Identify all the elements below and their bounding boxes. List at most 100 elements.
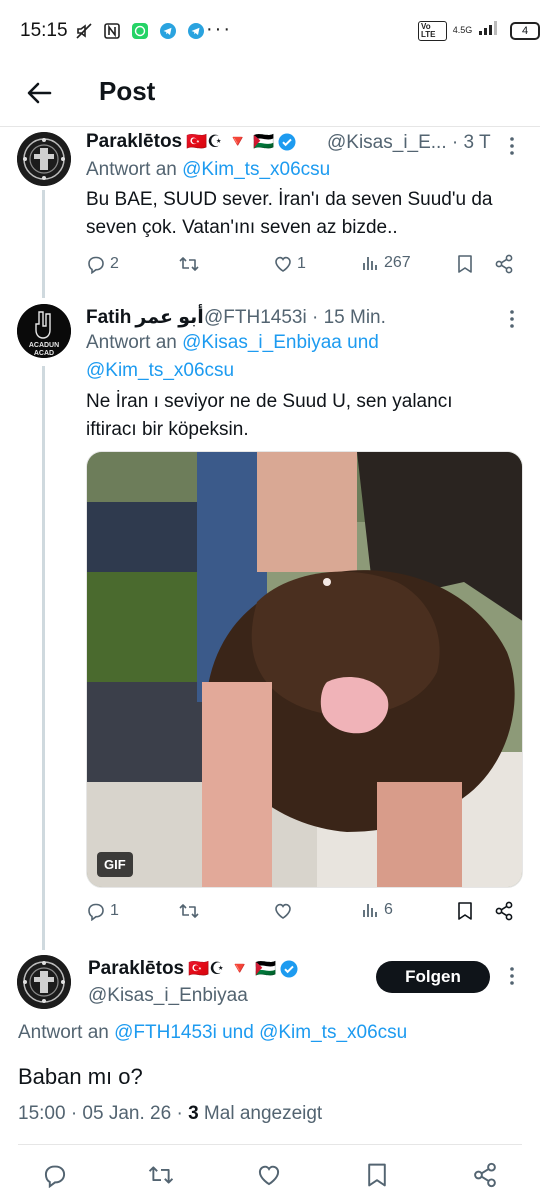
bookmark-button[interactable] — [456, 901, 474, 921]
name-flags: 🇹🇷☪ 🔻 🇵🇸 — [186, 132, 275, 151]
mention-link[interactable]: @Kim_ts_x06csu — [259, 1022, 407, 1043]
bookmark-icon — [458, 902, 472, 920]
status-time: 15:15 — [20, 20, 68, 41]
author-name[interactable]: Fatih أبو عمر — [86, 306, 204, 329]
views-button[interactable]: 6 — [362, 901, 393, 919]
tweet-actions: 1 6 — [86, 901, 526, 929]
like-button[interactable]: 1 — [273, 254, 306, 274]
share-icon — [495, 901, 513, 921]
more-icon[interactable] — [502, 966, 522, 990]
bookmark-button[interactable] — [456, 254, 474, 274]
mention-link[interactable]: @Kisas_i_Enbiyaa — [182, 332, 342, 353]
telegram-icon-2 — [186, 21, 206, 41]
network-type: 4.5G — [452, 25, 473, 35]
like-button[interactable] — [254, 1160, 284, 1190]
reply-icon — [88, 903, 104, 921]
share-button[interactable] — [494, 254, 514, 274]
gif-media[interactable]: GIF — [86, 451, 523, 888]
bookmark-button[interactable] — [362, 1160, 392, 1190]
reply-prefix: Antwort an — [86, 159, 183, 180]
volte-badge: Vo LTE — [418, 20, 447, 41]
avatar-text-top: ACADUN — [29, 342, 59, 349]
view-count: 267 — [384, 254, 411, 271]
author-handle-time[interactable]: @Kisas_i_E... · 3 T — [327, 132, 491, 154]
nfc-icon — [102, 21, 122, 41]
status-notification-icons — [74, 21, 206, 41]
reply-and: und — [341, 332, 379, 353]
post-meta: 15:00 · 05 Jan. 26 · 3 Mal angezeigt — [18, 1103, 322, 1125]
post-timestamp: 15:00 · 05 Jan. 26 · — [18, 1103, 189, 1124]
tweet-text: Bu BAE, SUUD sever. İran'ı da seven Suud… — [86, 189, 493, 238]
back-arrow-icon — [27, 82, 52, 104]
app-header: Post — [0, 62, 540, 124]
post-actions — [0, 1160, 540, 1196]
mention-link[interactable]: @Kim_ts_x06csu — [86, 360, 234, 381]
whatsapp-icon — [130, 21, 150, 41]
share-icon — [495, 254, 513, 274]
bookmark-icon — [368, 1163, 386, 1187]
verified-icon — [280, 960, 298, 978]
retweet-button[interactable] — [178, 901, 200, 921]
reply-context: Antwort an @FTH1453i und @Kim_ts_x06csu — [18, 1022, 407, 1044]
mention-link[interactable]: @FTH1453i — [114, 1022, 217, 1043]
tweet-text: Ne İran ı seviyor ne de Suud U, sen yala… — [86, 391, 453, 440]
back-button[interactable] — [22, 76, 56, 110]
reply-count: 2 — [110, 255, 119, 272]
name-flags: 🇹🇷☪ 🔻 🇵🇸 — [188, 959, 277, 978]
follow-button[interactable]: Folgen — [376, 961, 490, 993]
reply-button[interactable] — [40, 1160, 70, 1190]
author-handle[interactable]: @Kisas_i_Enbiyaa — [88, 985, 248, 1007]
avatar-text-bottom: ACAD — [34, 350, 54, 357]
telegram-icon — [158, 21, 178, 41]
share-button[interactable] — [470, 1160, 500, 1190]
avatar[interactable]: ACADUN ACAD — [17, 304, 71, 358]
reply-icon — [44, 1165, 66, 1188]
status-bar: 15:15 ··· Vo LTE 4.5G 4 — [0, 0, 540, 62]
more-icon[interactable] — [502, 136, 522, 160]
gif-thumbnail-image — [87, 452, 522, 887]
reply-context: Antwort an @Kisas_i_Enbiyaa und @Kim_ts_x… — [86, 329, 516, 385]
avatar-emblem-icon — [17, 955, 71, 1009]
like-count: 1 — [297, 255, 306, 272]
author-name[interactable]: Paraklētos 🇹🇷☪ 🔻 🇵🇸 — [86, 131, 296, 153]
view-count: 3 — [188, 1103, 199, 1124]
page-title: Post — [99, 76, 156, 106]
reply-and: und — [216, 1022, 260, 1043]
view-count: 6 — [384, 901, 393, 918]
reply-context: Antwort an @Kim_ts_x06csu — [86, 156, 330, 184]
thread-line — [42, 366, 45, 950]
like-icon — [258, 1165, 280, 1186]
view-label: Mal angezeigt — [198, 1103, 323, 1124]
avatar-hand-icon: ACADUN ACAD — [17, 304, 71, 358]
display-name: Paraklētos — [88, 958, 185, 979]
mute-icon — [74, 21, 94, 41]
views-button[interactable]: 267 — [362, 254, 411, 272]
reply-prefix: Antwort an — [86, 332, 183, 353]
like-icon — [275, 256, 291, 272]
like-button[interactable] — [273, 901, 293, 921]
mention-link[interactable]: @Kim_ts_x06csu — [182, 159, 330, 180]
reply-button[interactable]: 2 — [86, 254, 119, 274]
views-icon — [363, 257, 377, 270]
battery-icon: 4 — [510, 21, 540, 40]
retweet-button[interactable] — [146, 1160, 176, 1190]
avatar[interactable] — [17, 955, 71, 1009]
views-icon — [363, 904, 377, 917]
share-button[interactable] — [494, 901, 514, 921]
gif-badge: GIF — [97, 852, 133, 877]
thread-line — [42, 190, 45, 298]
divider — [18, 1144, 522, 1145]
display-name: Paraklētos — [86, 131, 183, 152]
retweet-button[interactable] — [178, 254, 200, 274]
author-handle-time[interactable]: @FTH1453i · 15 Min. — [204, 307, 386, 329]
reply-button[interactable]: 1 — [86, 901, 119, 921]
author-name[interactable]: Paraklētos 🇹🇷☪ 🔻 🇵🇸 — [88, 958, 298, 980]
avatar[interactable] — [17, 132, 71, 186]
share-icon — [474, 1162, 496, 1188]
display-name-arabic: أبو عمر — [135, 307, 204, 328]
signal-icon — [478, 20, 500, 41]
reply-prefix: Antwort an — [18, 1022, 115, 1043]
verified-icon — [278, 133, 296, 151]
retweet-icon — [179, 904, 199, 918]
display-name: Fatih — [86, 306, 132, 328]
